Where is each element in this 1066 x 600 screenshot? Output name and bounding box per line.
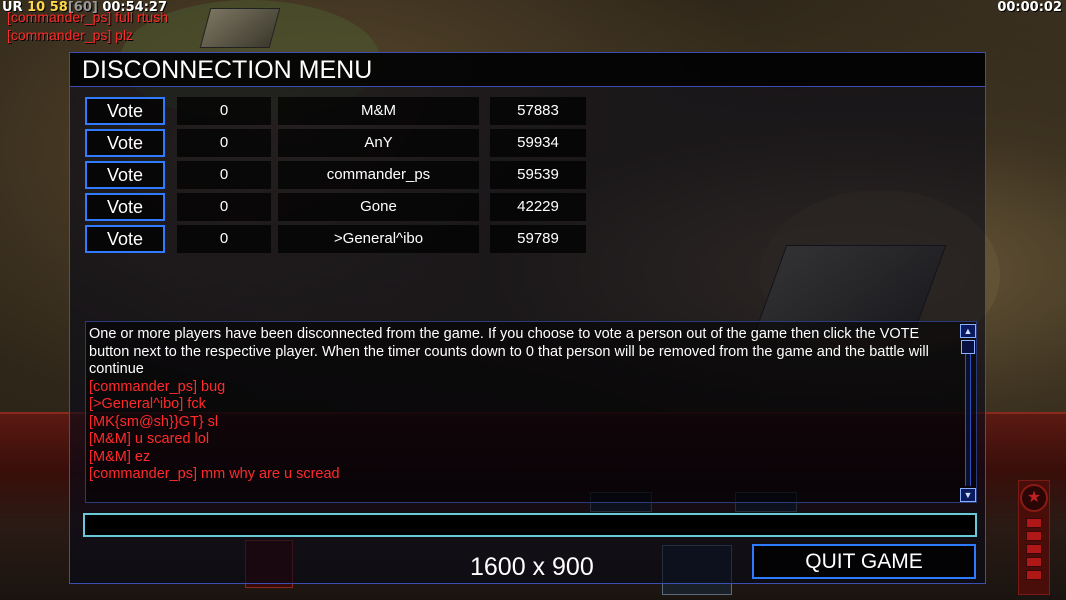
star-icon: ★ <box>1020 484 1048 512</box>
chat-message: [M&M] u scared lol <box>89 431 210 447</box>
chat-input[interactable] <box>83 513 977 537</box>
vote-count: 0 <box>177 193 271 221</box>
vote-count: 0 <box>177 97 271 125</box>
chat-scrollbar[interactable]: ▲ ▼ <box>960 324 976 502</box>
player-name: M&M <box>278 97 479 125</box>
chat-message: [M&M] ez <box>89 448 151 465</box>
player-ping: 59934 <box>490 129 586 157</box>
system-message: One or more players have been disconnect… <box>89 326 929 377</box>
hud-timer: 00:00:02 <box>997 0 1062 15</box>
dialog-title: DISCONNECTION MENU <box>70 53 985 87</box>
resolution-label: 1600 x 900 <box>470 553 594 581</box>
player-ping: 57883 <box>490 97 586 125</box>
scroll-up-icon[interactable]: ▲ <box>960 324 976 338</box>
chat-message: [commander_ps] mm why are u scread <box>89 466 340 482</box>
chat-message: [MK{sm@sh}}GT} sl <box>89 413 219 430</box>
scroll-track[interactable] <box>965 342 971 486</box>
vote-count: 0 <box>177 161 271 189</box>
scroll-thumb[interactable] <box>961 340 975 354</box>
vote-button[interactable]: Vote <box>85 97 165 125</box>
overlay-chat: [commander_ps] full rtush [commander_ps]… <box>7 8 168 44</box>
chat-log-text: One or more players have been disconnect… <box>89 326 957 484</box>
vote-button[interactable]: Vote <box>85 129 165 157</box>
player-ping: 42229 <box>490 193 586 221</box>
player-ping: 59539 <box>490 161 586 189</box>
vote-button[interactable]: Vote <box>85 225 165 253</box>
disconnection-dialog: DISCONNECTION MENU Vote 0 M&M 57883 Vote… <box>69 52 986 584</box>
vote-button[interactable]: Vote <box>85 193 165 221</box>
player-name: AnY <box>278 129 479 157</box>
rail-segment <box>1026 557 1042 567</box>
rail-segment <box>1026 531 1042 541</box>
vote-count: 0 <box>177 225 271 253</box>
rail-segment <box>1026 518 1042 528</box>
overlay-chat-line: [commander_ps] plz <box>7 27 134 43</box>
player-name: >General^ibo <box>278 225 479 253</box>
rail-segment <box>1026 570 1042 580</box>
chat-message: [>General^ibo] fck <box>89 396 206 412</box>
overlay-chat-line: [commander_ps] full rtush <box>7 9 169 25</box>
chat-log[interactable]: One or more players have been disconnect… <box>85 321 977 503</box>
vote-count: 0 <box>177 129 271 157</box>
scroll-down-icon[interactable]: ▼ <box>960 488 976 502</box>
tank-unit <box>199 8 281 48</box>
rail-segment <box>1026 544 1042 554</box>
player-name: commander_ps <box>278 161 479 189</box>
quit-game-button[interactable]: QUIT GAME <box>752 544 976 579</box>
player-name: Gone <box>278 193 479 221</box>
vote-button[interactable]: Vote <box>85 161 165 189</box>
chat-message: [commander_ps] bug <box>89 378 226 395</box>
player-ping: 59789 <box>490 225 586 253</box>
